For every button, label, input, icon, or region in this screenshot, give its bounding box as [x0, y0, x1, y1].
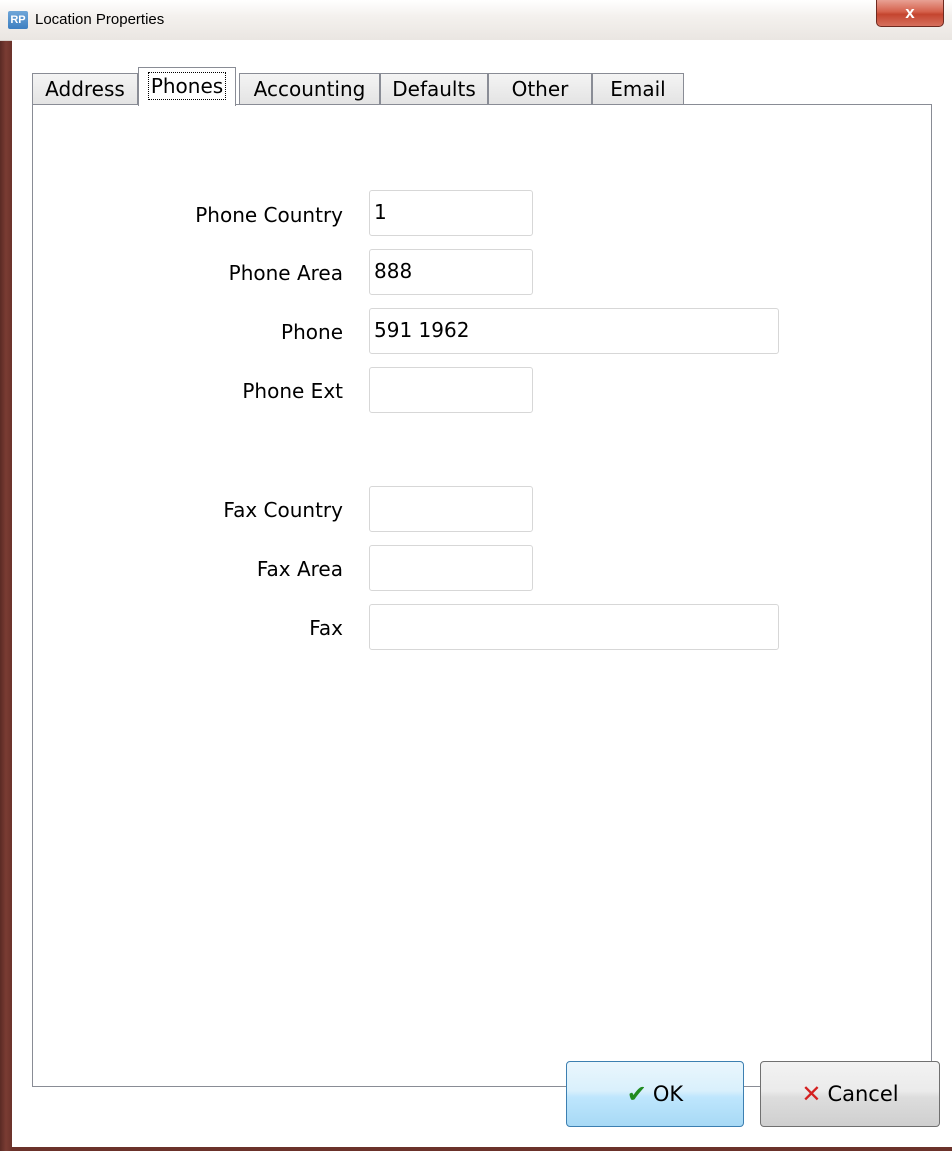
tab-bar: Address Phones Accounting Defaults Other…	[32, 67, 732, 106]
fax-area-input[interactable]	[369, 545, 533, 591]
window-title: Location Properties	[35, 11, 165, 28]
title-bar[interactable]: RP Location Properties x	[0, 0, 952, 41]
tab-other[interactable]: Other	[488, 73, 592, 105]
phones-tab-panel: Phone Country 1 Phone Area 888 Phone 591…	[32, 104, 932, 1087]
phone-ext-label: Phone Ext	[242, 379, 343, 403]
tab-address[interactable]: Address	[32, 73, 138, 105]
fax-country-label: Fax Country	[223, 498, 343, 522]
phone-input[interactable]: 591 1962	[369, 308, 779, 354]
tab-email-label: Email	[610, 77, 666, 101]
fax-label: Fax	[309, 616, 343, 640]
dialog-client-area: Address Phones Accounting Defaults Other…	[12, 40, 952, 1151]
checkmark-icon: ✔	[626, 1080, 647, 1108]
location-properties-window: RP Location Properties x Address Phones …	[0, 0, 952, 1151]
cancel-button-label: Cancel	[827, 1082, 899, 1106]
phone-area-input[interactable]: 888	[369, 249, 533, 295]
phone-label: Phone	[281, 320, 343, 344]
x-icon: ✕	[801, 1080, 822, 1108]
tab-defaults-label: Defaults	[392, 77, 476, 101]
fax-input[interactable]	[369, 604, 779, 650]
window-bottom-border	[12, 1147, 952, 1151]
phone-area-label: Phone Area	[228, 261, 343, 285]
ok-button[interactable]: ✔ OK	[566, 1061, 744, 1127]
fax-country-input[interactable]	[369, 486, 533, 532]
close-button[interactable]: x	[876, 0, 944, 27]
tab-accounting-label: Accounting	[253, 77, 366, 101]
tab-address-label: Address	[45, 77, 125, 101]
tab-phones[interactable]: Phones	[138, 67, 236, 106]
tab-phones-label: Phones	[147, 72, 227, 100]
phone-country-label: Phone Country	[195, 203, 343, 227]
fax-area-label: Fax Area	[256, 557, 343, 581]
tab-accounting[interactable]: Accounting	[239, 73, 380, 105]
phone-country-input[interactable]: 1	[369, 190, 533, 236]
phone-ext-input[interactable]	[369, 367, 533, 413]
app-icon: RP	[8, 11, 28, 29]
ok-button-label: OK	[652, 1082, 684, 1106]
tab-email[interactable]: Email	[592, 73, 684, 105]
tab-other-label: Other	[511, 77, 569, 101]
tab-defaults[interactable]: Defaults	[380, 73, 488, 105]
cancel-button[interactable]: ✕ Cancel	[760, 1061, 940, 1127]
